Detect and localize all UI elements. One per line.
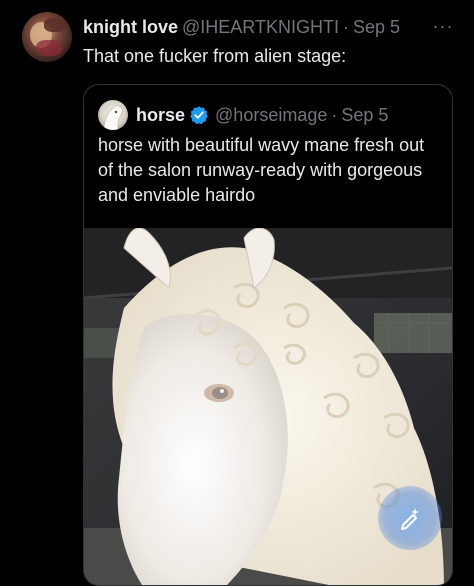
quoted-tweet-text: horse with beautiful wavy mane fresh out… [98, 135, 425, 205]
sparkle-edit-icon[interactable] [378, 486, 442, 550]
author-name[interactable]: knight love [83, 17, 178, 38]
author-avatar[interactable] [22, 12, 72, 62]
tweet: knight love @IHEARTKNIGHTI · Sep 5 ··· T… [0, 0, 474, 586]
quoted-post-date[interactable]: Sep 5 [341, 105, 388, 126]
tweet-header: knight love @IHEARTKNIGHTI · Sep 5 [83, 14, 443, 40]
more-options-icon[interactable]: ··· [428, 14, 458, 38]
author-handle[interactable]: @IHEARTKNIGHTI [182, 17, 339, 38]
separator-dot: · [342, 16, 349, 37]
tweet-text: That one fucker from alien stage: [83, 46, 347, 66]
verified-badge-icon [190, 106, 208, 125]
quoted-header: horse @horseimage · Sep 5 [136, 101, 388, 129]
quoted-author-avatar[interactable] [98, 100, 128, 130]
post-date[interactable]: Sep 5 [353, 17, 400, 38]
quoted-author-name[interactable]: horse [136, 105, 185, 126]
quoted-separator-dot: · [331, 104, 338, 125]
quoted-author-handle[interactable]: @horseimage [215, 105, 327, 126]
